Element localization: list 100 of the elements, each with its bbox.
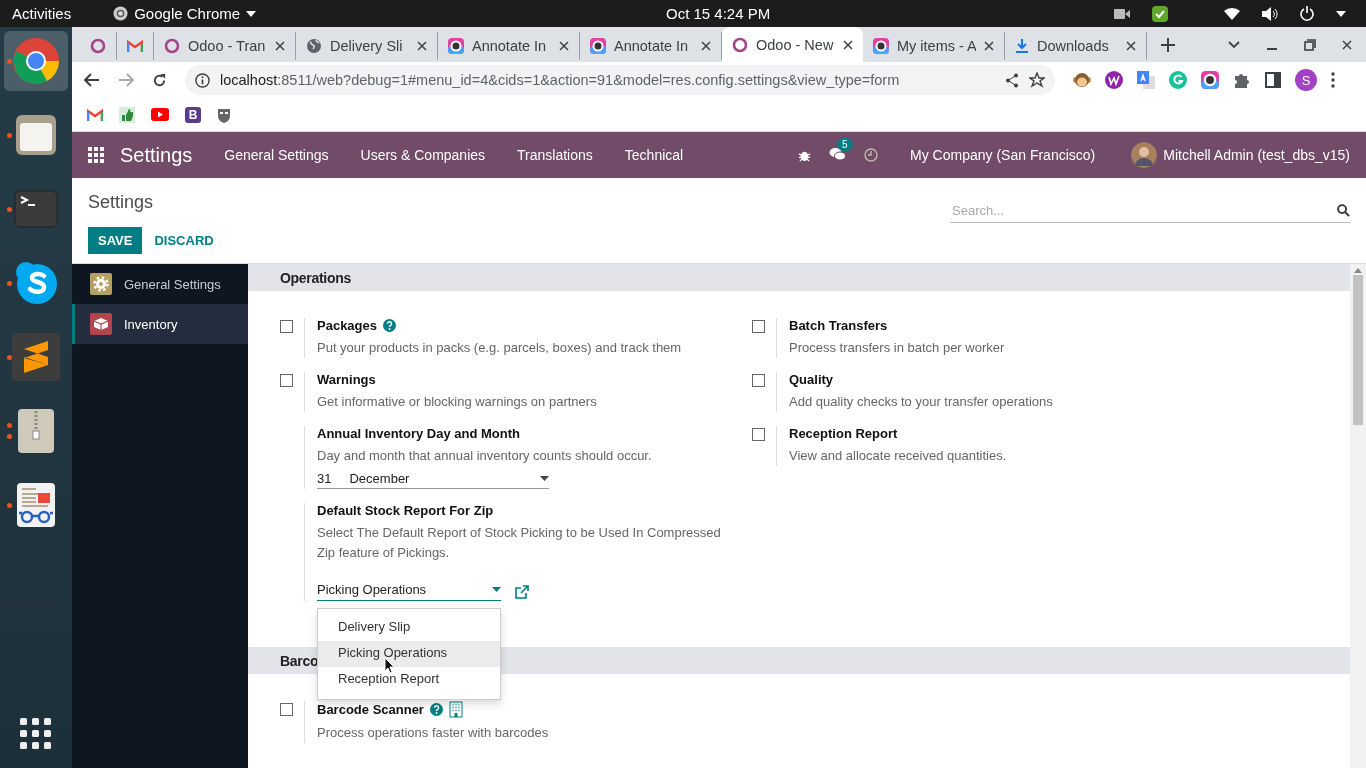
setting-description: View and allocate received quantities. <box>789 447 1008 465</box>
close-icon[interactable] <box>984 41 994 51</box>
document-glasses-icon[interactable] <box>17 483 55 527</box>
ring-icon <box>90 38 106 54</box>
app-grid-icon[interactable] <box>20 718 52 750</box>
browser-tab[interactable]: Delivery Sli <box>296 32 438 60</box>
user-avatar[interactable] <box>1131 142 1158 168</box>
section-title: Barco <box>280 652 319 669</box>
side-panel-icon[interactable] <box>1265 72 1281 88</box>
breadcrumb: Settings <box>88 192 155 213</box>
clock[interactable]: Oct 15 4:24 PM <box>666 5 771 22</box>
close-icon[interactable] <box>275 41 285 51</box>
info-icon[interactable] <box>195 72 210 88</box>
scrollbar-thumb[interactable] <box>1353 275 1363 425</box>
b-logo-icon[interactable]: B <box>185 106 201 123</box>
menu-item[interactable]: Technical <box>624 147 684 163</box>
discard-button[interactable]: DISCARD <box>148 227 220 254</box>
caret-icon[interactable] <box>492 587 501 592</box>
date-field[interactable]: 31 December <box>317 471 549 489</box>
browser-tab[interactable]: My items - A <box>863 32 1005 60</box>
mail-icon <box>87 108 103 121</box>
setting-title: Warnings <box>317 372 376 387</box>
checkbox[interactable] <box>280 703 293 716</box>
setting-description: Select The Default Report of Stock Picking to be Used In Compressed Zip feature of Pickings. <box>317 524 722 562</box>
dropdown-option[interactable]: Delivery Slip <box>318 615 500 641</box>
company-switcher[interactable]: My Company (San Francisco) <box>910 147 1096 163</box>
dropdown-option[interactable]: Reception Report <box>318 667 500 693</box>
thumbs-up-icon[interactable] <box>119 106 135 123</box>
browser-tab[interactable]: Annotate In <box>580 32 722 60</box>
camera-lens-icon[interactable] <box>1201 71 1219 89</box>
save-button[interactable]: SAVE <box>88 227 143 254</box>
shield-check-icon <box>1152 5 1168 22</box>
sidebar-item[interactable]: General Settings <box>72 264 248 304</box>
clock-icon[interactable] <box>864 148 879 162</box>
close-icon[interactable] <box>417 41 427 51</box>
user-menu[interactable]: Mitchell Admin (test_dbs_v15) <box>1163 147 1350 163</box>
w-logo-icon[interactable] <box>1105 71 1123 89</box>
menu-item[interactable]: General Settings <box>224 147 329 163</box>
external-link-icon[interactable] <box>515 584 529 599</box>
close-icon[interactable] <box>701 41 711 51</box>
scrollbar[interactable] <box>1350 264 1366 768</box>
mask-icon[interactable] <box>217 106 231 123</box>
sublime-icon[interactable] <box>12 333 60 381</box>
monkey-icon[interactable] <box>1073 71 1091 89</box>
close-icon[interactable] <box>843 39 853 50</box>
camera-lens-icon <box>590 38 606 54</box>
checkbox[interactable] <box>280 374 293 387</box>
translate-icon[interactable] <box>1137 71 1155 89</box>
browser-tab[interactable]: Downloads <box>1005 32 1147 60</box>
video-play-icon[interactable] <box>151 108 169 121</box>
running-dot <box>7 132 12 138</box>
running-dot <box>7 434 12 439</box>
reload-icon[interactable] <box>152 72 167 88</box>
star-icon[interactable] <box>1029 72 1045 88</box>
profile-avatar[interactable]: S <box>1295 69 1317 91</box>
help-icon[interactable] <box>429 703 443 716</box>
globe-icon <box>306 38 322 54</box>
skype-icon[interactable] <box>14 261 58 305</box>
app-menu[interactable]: Google Chrome <box>113 5 257 22</box>
browser-tab[interactable]: Annotate In <box>438 32 580 60</box>
browser-tab[interactable]: Odoo - Tran <box>154 32 296 60</box>
address-bar[interactable]: localhost:8511/web?debug=1#menu_id=4&cids=1&action=91&model=res.config.settings&view_type=form <box>185 65 1055 95</box>
caret-icon[interactable] <box>540 476 549 481</box>
more-icon[interactable] <box>1331 72 1335 88</box>
checkbox[interactable] <box>280 320 293 333</box>
report-select[interactable]: Picking Operations <box>317 582 501 601</box>
menu-item[interactable]: Translations <box>517 147 593 163</box>
scroll-up-icon[interactable] <box>1354 268 1362 273</box>
dropdown-option[interactable]: Picking Operations <box>318 641 500 667</box>
caret-icon <box>246 10 257 17</box>
setting-title: Barcode Scanner <box>317 702 424 717</box>
chevron-icon[interactable] <box>1228 40 1240 49</box>
menu-item[interactable]: Users & Companies <box>360 147 486 163</box>
sidebar-item[interactable]: Inventory <box>72 304 248 344</box>
search-icon[interactable] <box>1337 203 1350 217</box>
setting-description: Process operations faster with barcodes <box>317 724 550 742</box>
browser-tab[interactable]: Odoo - New <box>722 27 863 62</box>
setting-title: Annual Inventory Day and Month <box>317 426 520 441</box>
running-dot <box>7 280 12 286</box>
activities-button[interactable]: Activities <box>12 5 72 22</box>
close-icon[interactable] <box>1126 41 1136 51</box>
checkbox[interactable] <box>752 320 765 333</box>
terminal-icon[interactable] <box>14 190 58 228</box>
apps-menu-icon[interactable] <box>88 147 104 163</box>
app-title[interactable]: Settings <box>120 143 193 167</box>
back-arrow-icon[interactable] <box>84 73 100 87</box>
chrome-icon[interactable] <box>12 37 60 85</box>
puzzle-icon[interactable] <box>1233 71 1251 89</box>
checkbox[interactable] <box>752 428 765 441</box>
running-dot <box>7 502 12 508</box>
new-tab-icon[interactable] <box>1161 37 1175 52</box>
close-window-icon[interactable] <box>1342 39 1352 50</box>
message-count-badge: 5 <box>837 137 853 151</box>
close-icon[interactable] <box>559 41 569 51</box>
app-icon <box>113 6 129 21</box>
share-icon[interactable] <box>1005 72 1019 88</box>
restore-icon[interactable] <box>1304 38 1316 51</box>
help-icon[interactable] <box>383 319 396 332</box>
checkbox[interactable] <box>752 374 765 387</box>
folder-icon[interactable] <box>14 113 58 157</box>
